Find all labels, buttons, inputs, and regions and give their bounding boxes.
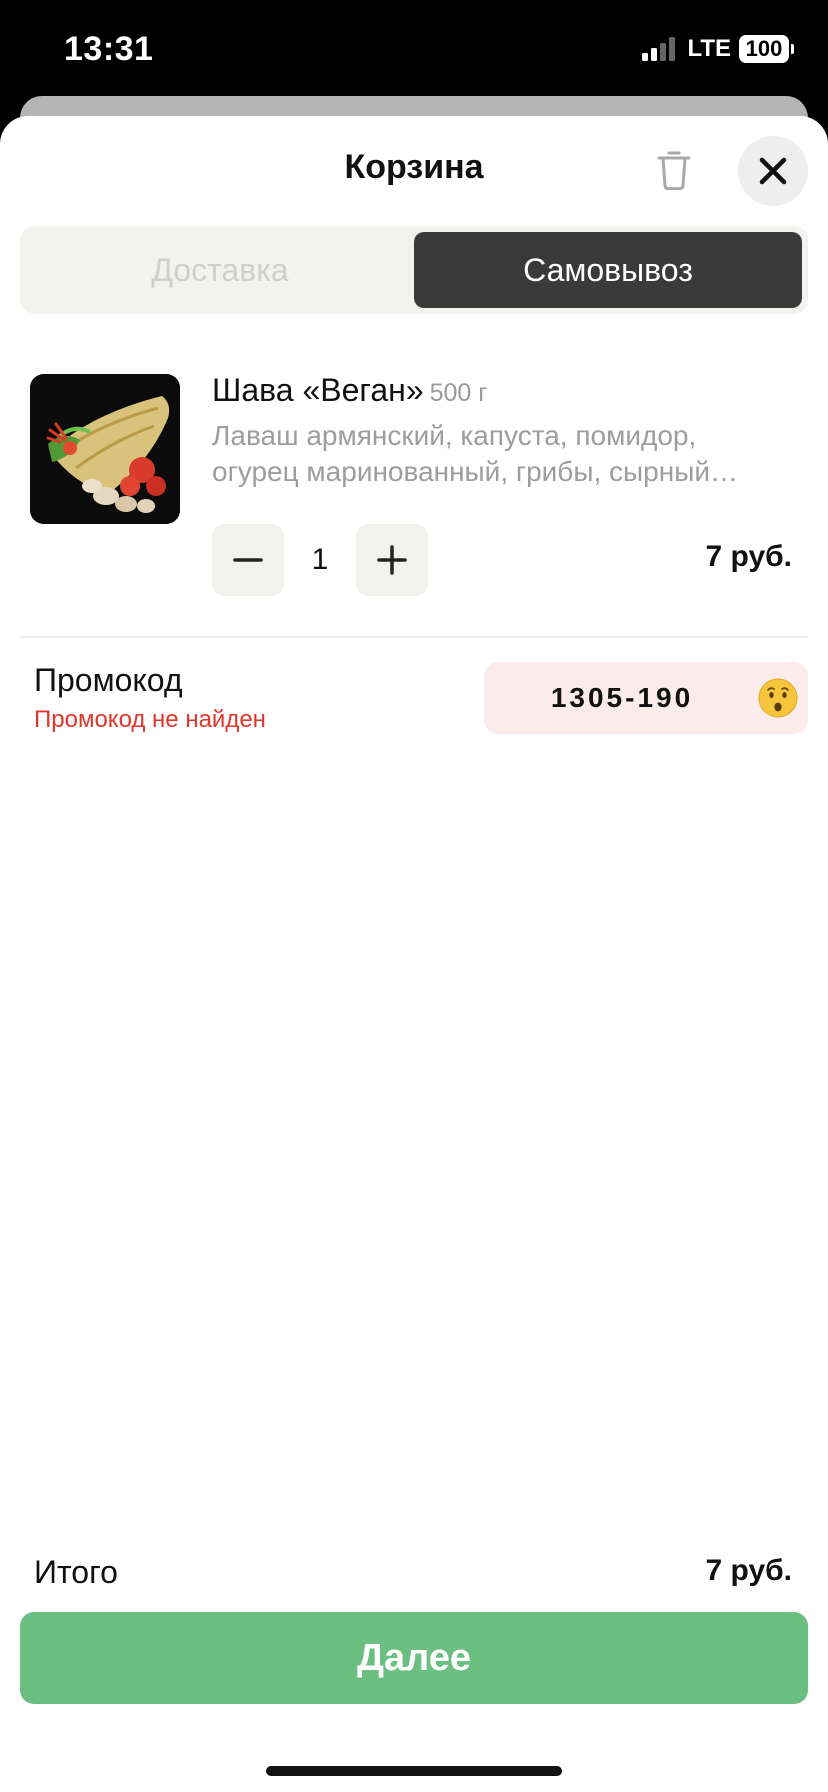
delivery-mode-tabs: Доставка Самовывоз bbox=[20, 226, 808, 314]
trash-icon bbox=[657, 151, 691, 190]
tab-delivery[interactable]: Доставка bbox=[26, 232, 414, 308]
promo-error-message: Промокод не найден bbox=[34, 706, 266, 733]
status-bar: 13:31 LTE 100 bbox=[0, 0, 828, 100]
product-name: Шава «Веган» 500 г bbox=[212, 372, 487, 409]
close-icon bbox=[759, 157, 787, 185]
battery-level: 100 bbox=[739, 35, 789, 63]
decrease-quantity-button[interactable] bbox=[212, 524, 284, 596]
total-value: 7 руб. bbox=[705, 1554, 793, 1587]
hushed-face-icon bbox=[758, 678, 798, 718]
network-label: LTE bbox=[687, 35, 731, 62]
product-image bbox=[30, 374, 180, 524]
product-title: Шава «Веган» bbox=[212, 372, 424, 408]
minus-icon bbox=[233, 558, 263, 562]
battery-icon: 100 bbox=[739, 35, 794, 63]
next-button[interactable]: Далее bbox=[20, 1612, 808, 1704]
tab-pickup[interactable]: Самовывоз bbox=[414, 232, 802, 308]
promo-label: Промокод bbox=[34, 662, 183, 698]
promo-code-value[interactable]: 1305-190 bbox=[484, 662, 760, 734]
screen: 13:31 LTE 100 Корзина Доставка Самовывоз… bbox=[0, 0, 828, 1792]
quantity-value: 1 bbox=[311, 543, 329, 576]
status-time: 13:31 bbox=[64, 30, 154, 68]
cart-sheet: Корзина Доставка Самовывоз Шава «Веган» … bbox=[0, 116, 828, 1792]
signal-icon bbox=[642, 37, 676, 61]
home-indicator[interactable] bbox=[266, 1766, 562, 1776]
product-price: 7 руб. bbox=[705, 540, 793, 573]
total-label: Итого bbox=[34, 1554, 118, 1590]
product-description: Лаваш армянский, капуста, помидор, огуре… bbox=[212, 420, 738, 487]
clear-cart-button[interactable] bbox=[650, 146, 698, 194]
divider bbox=[20, 636, 808, 638]
status-indicators: LTE 100 bbox=[642, 34, 794, 64]
increase-quantity-button[interactable] bbox=[356, 524, 428, 596]
promo-code-input[interactable]: 1305-190 bbox=[484, 662, 808, 734]
page-title: Корзина bbox=[344, 148, 484, 186]
product-weight: 500 г bbox=[429, 379, 488, 407]
plus-icon bbox=[377, 545, 407, 575]
close-button[interactable] bbox=[738, 136, 808, 206]
